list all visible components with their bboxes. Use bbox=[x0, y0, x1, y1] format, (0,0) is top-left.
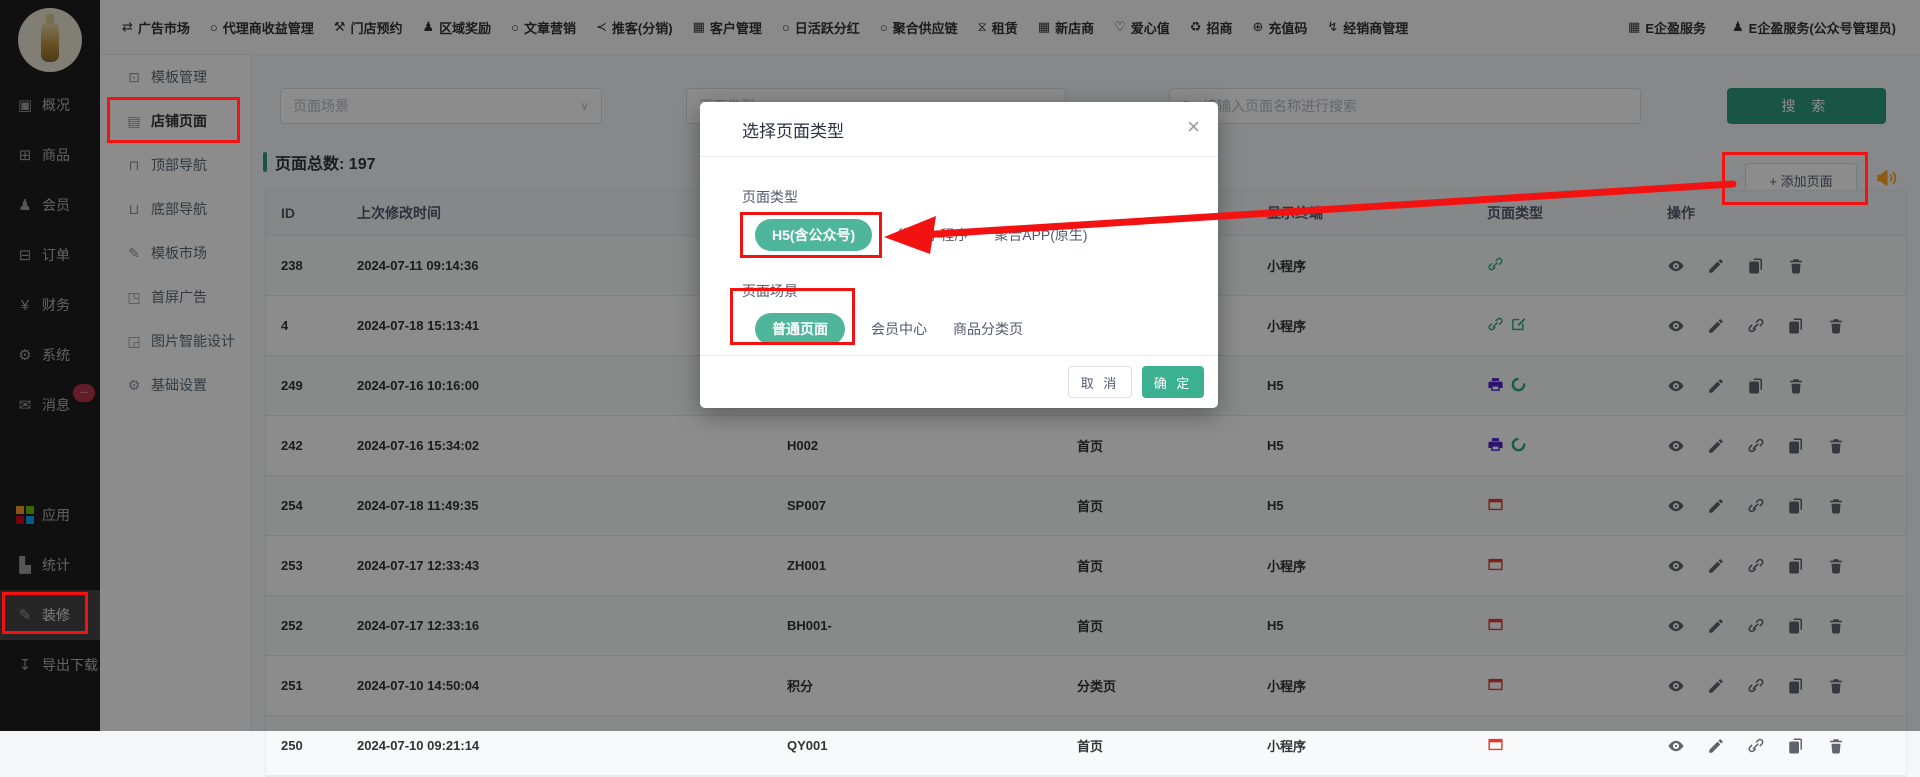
copy-action-button[interactable] bbox=[1787, 737, 1805, 755]
modal-divider bbox=[700, 156, 1218, 157]
view-action-button[interactable] bbox=[1667, 737, 1685, 755]
link-action-icon bbox=[1747, 737, 1765, 755]
modal-footer: 取 消 确 定 bbox=[700, 355, 1218, 408]
link-action-button[interactable] bbox=[1747, 737, 1765, 755]
cancel-button[interactable]: 取 消 bbox=[1068, 366, 1132, 398]
view-icon bbox=[1667, 737, 1685, 755]
option-会员中心[interactable]: 会员中心 bbox=[871, 319, 927, 339]
modal-option-row: H5(含公众号) 微信小程序 聚合APP(原生) bbox=[755, 219, 1218, 251]
option-微信小程序[interactable]: 微信小程序 bbox=[898, 225, 968, 245]
delete-icon bbox=[1827, 737, 1845, 755]
option-pill-普通页面[interactable]: 普通页面 bbox=[755, 313, 845, 345]
select-page-type-modal: 选择页面类型 × 页面类型 H5(含公众号) 微信小程序 聚合APP(原生) 页面场景… bbox=[700, 102, 1218, 408]
browser-icon bbox=[1487, 736, 1504, 753]
modal-title: 选择页面类型 bbox=[700, 102, 1218, 142]
modal-section-label: 页面类型 bbox=[742, 187, 1218, 207]
copy-icon bbox=[1787, 737, 1805, 755]
modal-section-label: 页面场景 bbox=[742, 281, 1218, 301]
delete-action-button[interactable] bbox=[1827, 737, 1845, 755]
option-商品分类页[interactable]: 商品分类页 bbox=[953, 319, 1023, 339]
close-icon[interactable]: × bbox=[1187, 114, 1200, 140]
confirm-button[interactable]: 确 定 bbox=[1142, 366, 1204, 398]
modal-option-row: 普通页面 会员中心 商品分类页 bbox=[755, 313, 1218, 345]
edit-action-button[interactable] bbox=[1707, 737, 1725, 755]
option-聚合APP(原生)[interactable]: 聚合APP(原生) bbox=[994, 225, 1087, 245]
option-pill-H5(含公众号)[interactable]: H5(含公众号) bbox=[755, 219, 872, 251]
edit-icon bbox=[1707, 737, 1725, 755]
